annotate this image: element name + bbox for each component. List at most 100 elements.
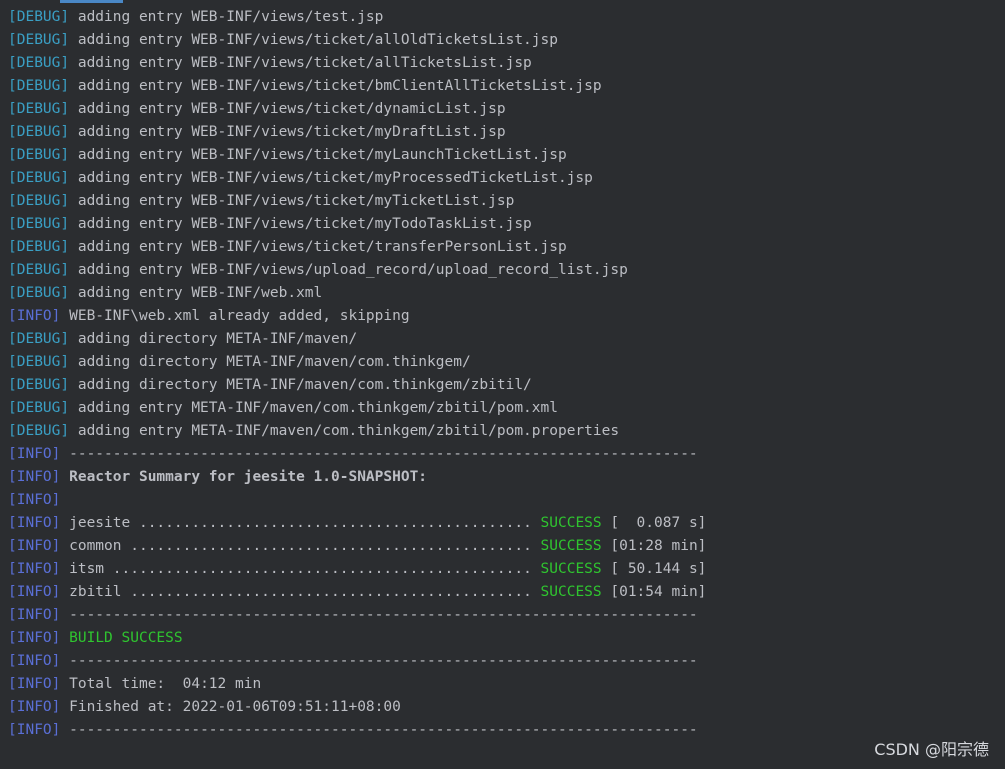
log-line: [DEBUG] adding entry WEB-INF/views/ticke… xyxy=(8,190,706,213)
log-line: [INFO] jeesite .........................… xyxy=(8,512,706,535)
log-message: jeesite ................................… xyxy=(60,515,541,531)
log-message: adding entry WEB-INF/views/ticket/allOld… xyxy=(69,32,558,48)
log-message: adding entry WEB-INF/views/ticket/myProc… xyxy=(69,170,593,186)
info-level-tag: [INFO] xyxy=(8,515,61,531)
info-level-tag: [INFO] xyxy=(8,308,61,324)
log-line: [DEBUG] adding entry WEB-INF/views/ticke… xyxy=(8,121,706,144)
build-status: BUILD SUCCESS xyxy=(69,630,183,646)
log-message: adding entry WEB-INF/views/ticket/bmClie… xyxy=(69,78,602,94)
debug-level-tag: [DEBUG] xyxy=(8,9,70,25)
log-message: zbitil .................................… xyxy=(60,584,541,600)
log-message: ----------------------------------------… xyxy=(60,446,698,462)
log-line: [INFO] itsm ............................… xyxy=(8,558,706,581)
log-message: Reactor Summary for jeesite 1.0-SNAPSHOT… xyxy=(60,469,428,485)
log-line: [DEBUG] adding entry WEB-INF/views/ticke… xyxy=(8,29,706,52)
log-line: [DEBUG] adding entry WEB-INF/views/ticke… xyxy=(8,167,706,190)
debug-level-tag: [DEBUG] xyxy=(8,354,70,370)
log-message: adding entry WEB-INF/views/ticket/dynami… xyxy=(69,101,506,117)
log-message: adding entry WEB-INF/views/test.jsp xyxy=(69,9,384,25)
log-line: [INFO] Finished at: 2022-01-06T09:51:11+… xyxy=(8,696,706,719)
log-line: [DEBUG] adding entry WEB-INF/views/uploa… xyxy=(8,259,706,282)
build-status: SUCCESS xyxy=(540,561,602,577)
log-message: common .................................… xyxy=(60,538,541,554)
log-line: [INFO] ---------------------------------… xyxy=(8,443,706,466)
module-build-time: [ 0.087 s] xyxy=(601,515,707,531)
build-status: SUCCESS xyxy=(540,538,602,554)
log-line: [INFO] ---------------------------------… xyxy=(8,719,706,742)
debug-level-tag: [DEBUG] xyxy=(8,331,70,347)
module-build-time: [01:28 min] xyxy=(601,538,707,554)
log-message: adding entry WEB-INF/views/ticket/transf… xyxy=(69,239,567,255)
debug-level-tag: [DEBUG] xyxy=(8,216,70,232)
info-level-tag: [INFO] xyxy=(8,607,61,623)
debug-level-tag: [DEBUG] xyxy=(8,147,70,163)
log-line: [DEBUG] adding entry WEB-INF/views/test.… xyxy=(8,6,706,29)
module-build-time: [ 50.144 s] xyxy=(601,561,707,577)
log-message: ----------------------------------------… xyxy=(60,653,698,669)
log-line: [DEBUG] adding entry WEB-INF/views/ticke… xyxy=(8,144,706,167)
debug-level-tag: [DEBUG] xyxy=(8,285,70,301)
log-message: adding entry WEB-INF/views/ticket/allTic… xyxy=(69,55,532,71)
active-tab-indicator xyxy=(60,0,123,3)
log-message: adding entry WEB-INF/web.xml xyxy=(69,285,323,301)
debug-level-tag: [DEBUG] xyxy=(8,262,70,278)
console-output-panel[interactable]: [DEBUG] adding entry WEB-INF/views/test.… xyxy=(0,0,1005,769)
watermark: CSDN @阳宗德 xyxy=(874,740,989,759)
info-level-tag: [INFO] xyxy=(8,538,61,554)
debug-level-tag: [DEBUG] xyxy=(8,400,70,416)
log-line: [INFO] common ..........................… xyxy=(8,535,706,558)
log-message: adding directory META-INF/maven/com.thin… xyxy=(69,377,532,393)
log-line: [DEBUG] adding directory META-INF/maven/… xyxy=(8,351,706,374)
log-message: adding entry WEB-INF/views/ticket/myLaun… xyxy=(69,147,567,163)
debug-level-tag: [DEBUG] xyxy=(8,170,70,186)
log-message: adding entry WEB-INF/views/ticket/myDraf… xyxy=(69,124,506,140)
info-level-tag: [INFO] xyxy=(8,676,61,692)
info-level-tag: [INFO] xyxy=(8,699,61,715)
log-line: [DEBUG] adding directory META-INF/maven/… xyxy=(8,374,706,397)
log-message: itsm ...................................… xyxy=(60,561,541,577)
log-line: [DEBUG] adding entry WEB-INF/views/ticke… xyxy=(8,213,706,236)
log-message: adding entry WEB-INF/views/ticket/myTodo… xyxy=(69,216,532,232)
log-line: [INFO] xyxy=(8,489,706,512)
debug-level-tag: [DEBUG] xyxy=(8,423,70,439)
log-line: [INFO] ---------------------------------… xyxy=(8,604,706,627)
debug-level-tag: [DEBUG] xyxy=(8,78,70,94)
log-message: adding directory META-INF/maven/com.thin… xyxy=(69,354,471,370)
info-level-tag: [INFO] xyxy=(8,653,61,669)
log-line: [INFO] Reactor Summary for jeesite 1.0-S… xyxy=(8,466,706,489)
debug-level-tag: [DEBUG] xyxy=(8,193,70,209)
log-line: [DEBUG] adding entry WEB-INF/views/ticke… xyxy=(8,98,706,121)
debug-level-tag: [DEBUG] xyxy=(8,55,70,71)
info-level-tag: [INFO] xyxy=(8,722,61,738)
log-message: WEB-INF\web.xml already added, skipping xyxy=(60,308,410,324)
info-level-tag: [INFO] xyxy=(8,469,61,485)
log-line: [INFO] ---------------------------------… xyxy=(8,650,706,673)
debug-level-tag: [DEBUG] xyxy=(8,124,70,140)
log-line: [DEBUG] adding entry META-INF/maven/com.… xyxy=(8,420,706,443)
log-line: [DEBUG] adding entry WEB-INF/views/ticke… xyxy=(8,236,706,259)
info-level-tag: [INFO] xyxy=(8,584,61,600)
info-level-tag: [INFO] xyxy=(8,492,61,508)
log-message: adding entry META-INF/maven/com.thinkgem… xyxy=(69,423,620,439)
log-message: Finished at: 2022-01-06T09:51:11+08:00 xyxy=(60,699,401,715)
debug-level-tag: [DEBUG] xyxy=(8,101,70,117)
log-line: [INFO] Total time: 04:12 min xyxy=(8,673,706,696)
log-line: [INFO] zbitil ..........................… xyxy=(8,581,706,604)
debug-level-tag: [DEBUG] xyxy=(8,239,70,255)
log-line: [INFO] WEB-INF\web.xml already added, sk… xyxy=(8,305,706,328)
debug-level-tag: [DEBUG] xyxy=(8,377,70,393)
log-message: Total time: 04:12 min xyxy=(60,676,262,692)
log-message: ----------------------------------------… xyxy=(60,722,698,738)
log-message xyxy=(60,630,69,646)
info-level-tag: [INFO] xyxy=(8,630,61,646)
log-message: adding entry WEB-INF/views/upload_record… xyxy=(69,262,628,278)
log-line: [DEBUG] adding entry WEB-INF/views/ticke… xyxy=(8,52,706,75)
debug-level-tag: [DEBUG] xyxy=(8,32,70,48)
log-message: adding entry META-INF/maven/com.thinkgem… xyxy=(69,400,558,416)
log-line: [DEBUG] adding entry WEB-INF/web.xml xyxy=(8,282,706,305)
log-line: [DEBUG] adding directory META-INF/maven/ xyxy=(8,328,706,351)
log-message: adding entry WEB-INF/views/ticket/myTick… xyxy=(69,193,515,209)
log-line: [DEBUG] adding entry WEB-INF/views/ticke… xyxy=(8,75,706,98)
info-level-tag: [INFO] xyxy=(8,561,61,577)
info-level-tag: [INFO] xyxy=(8,446,61,462)
